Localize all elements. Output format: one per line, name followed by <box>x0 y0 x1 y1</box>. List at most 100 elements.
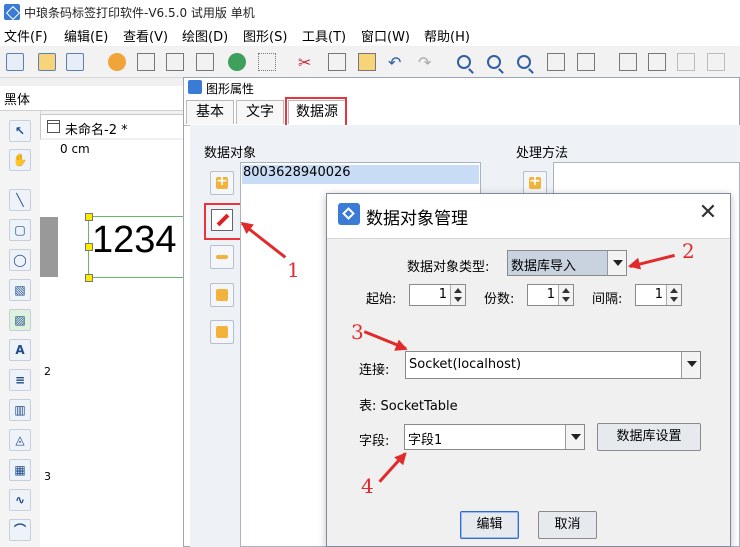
connection-select[interactable]: Socket(localhost) <box>405 351 701 379</box>
menu-edit[interactable]: 编辑(E) <box>64 26 108 45</box>
menu-window[interactable]: 窗口(W) <box>361 26 410 45</box>
edit-button[interactable]: 编辑 <box>460 511 519 539</box>
process-method-label: 处理方法 <box>516 146 569 161</box>
font-family-select[interactable]: 黑体 <box>4 89 30 108</box>
zoom-fit-icon[interactable] <box>517 55 531 69</box>
menu-file[interactable]: 文件(F) <box>4 26 48 45</box>
paste-icon[interactable] <box>358 53 376 71</box>
field-select[interactable]: 字段1 <box>404 424 585 450</box>
rounded-rect-icon[interactable]: ▢ <box>9 219 31 241</box>
add-icon <box>529 173 541 189</box>
save-icon[interactable] <box>66 53 84 71</box>
database-icon[interactable] <box>228 53 246 71</box>
copies-spinner[interactable]: 1 <box>527 284 574 306</box>
type-label: 数据对象类型: <box>407 260 490 275</box>
tab-basic[interactable]: 基本 <box>186 100 234 124</box>
undo-icon[interactable]: ↶ <box>388 53 406 72</box>
ruler-selection-marker <box>40 217 58 277</box>
zoom-in-icon[interactable] <box>457 55 471 69</box>
chevron-down-icon <box>565 425 584 449</box>
highlight-datasource-tab <box>285 97 347 128</box>
barcode-icon[interactable]: ▥ <box>9 399 31 421</box>
dialog-title: 数据对象管理 <box>366 209 468 229</box>
label-text-object[interactable]: 1234 <box>92 219 177 262</box>
menu-view[interactable]: 查看(V) <box>123 26 168 45</box>
move-down-button[interactable] <box>210 320 234 344</box>
grid-icon[interactable] <box>258 53 276 71</box>
picture-icon[interactable]: ▨ <box>9 309 31 331</box>
remove-icon <box>216 255 228 259</box>
document-tab[interactable]: 未命名-2 * <box>40 114 192 138</box>
zoom-out-icon[interactable] <box>487 55 501 69</box>
tab-text[interactable]: 文字 <box>236 100 284 124</box>
start-value: 1 <box>438 287 447 302</box>
menu-shape[interactable]: 图形(S) <box>243 26 287 45</box>
add-data-object-button[interactable] <box>210 171 234 195</box>
spinner-arrows-icon[interactable] <box>450 285 465 305</box>
add-process-button[interactable] <box>523 171 547 195</box>
spinner-arrows-icon[interactable] <box>666 285 681 305</box>
line-tool-icon[interactable]: ╲ <box>9 189 31 211</box>
qrcode-icon[interactable]: ◬ <box>9 429 31 451</box>
database-settings-button[interactable]: 数据库设置 <box>597 423 701 451</box>
ruler-mark-2: 2 <box>44 365 51 378</box>
select-pointer-icon[interactable]: ↖ <box>9 120 31 142</box>
interval-label: 间隔: <box>592 292 623 307</box>
ungroup-icon[interactable] <box>707 53 725 71</box>
close-icon[interactable]: ✕ <box>697 202 719 224</box>
list-item[interactable]: 8003628940026 <box>243 165 351 180</box>
annotation-number-4: 4 <box>361 474 374 498</box>
connection-label: 连接: <box>359 363 390 378</box>
group-icon[interactable] <box>677 53 695 71</box>
cut-icon[interactable]: ✂ <box>298 53 316 72</box>
menu-bar: 文件(F) 编辑(E) 查看(V) 绘图(D) 图形(S) 工具(T) 窗口(W… <box>0 24 740 46</box>
chevron-down-icon <box>607 251 626 275</box>
arc-icon[interactable]: ⌒ <box>9 519 31 541</box>
menu-help[interactable]: 帮助(H) <box>424 26 470 45</box>
toolbar: ✂ ↶ ↷ <box>0 47 740 78</box>
settings-gear-icon[interactable] <box>108 53 126 71</box>
table-icon[interactable]: ▦ <box>9 459 31 481</box>
copy-icon[interactable] <box>328 53 346 71</box>
open-folder-icon[interactable] <box>38 53 56 71</box>
pan-hand-icon[interactable]: ✋ <box>9 149 31 171</box>
rich-text-icon[interactable]: ≡ <box>9 369 31 391</box>
resize-handle-bl[interactable] <box>85 274 93 282</box>
cancel-button[interactable]: 取消 <box>538 511 597 539</box>
ellipse-icon[interactable]: ◯ <box>9 249 31 271</box>
text-tool-icon[interactable]: A <box>9 339 31 361</box>
connection-select-value: Socket(localhost) <box>409 357 522 372</box>
spinner-arrows-icon[interactable] <box>558 285 573 305</box>
print-icon[interactable] <box>137 53 155 71</box>
new-window-icon[interactable] <box>6 53 24 71</box>
curve-icon[interactable]: ∿ <box>9 489 31 511</box>
actual-size-icon[interactable] <box>577 53 595 71</box>
ruler-mark-3: 3 <box>44 470 51 483</box>
move-up-button[interactable] <box>210 283 234 307</box>
title-bar: 中琅条码标签打印软件-V6.5.0 试用版 单机 <box>0 0 740 25</box>
interval-spinner[interactable]: 1 <box>635 284 682 306</box>
fit-page-icon[interactable] <box>547 53 565 71</box>
menu-draw[interactable]: 绘图(D) <box>182 26 228 45</box>
app-logo-icon <box>4 4 20 20</box>
ruler-origin-label: 0 cm <box>60 142 90 156</box>
dialog-app-icon <box>338 203 360 225</box>
bring-front-icon[interactable] <box>619 53 637 71</box>
remove-data-object-button[interactable] <box>210 245 234 269</box>
type-select[interactable]: 数据库导入 <box>507 250 627 276</box>
image-tool-icon[interactable]: ▧ <box>9 279 31 301</box>
menu-tools[interactable]: 工具(T) <box>302 26 346 45</box>
print-preview-icon[interactable] <box>166 53 184 71</box>
edit-data-object-icon[interactable] <box>211 209 233 231</box>
start-label: 起始: <box>366 292 397 307</box>
print-setup-icon[interactable] <box>196 53 214 71</box>
arrow-up-icon <box>216 289 228 301</box>
document-icon <box>47 120 60 133</box>
interval-value: 1 <box>654 287 663 302</box>
type-select-value: 数据库导入 <box>511 259 577 274</box>
start-spinner[interactable]: 1 <box>409 284 466 306</box>
chevron-down-icon <box>681 352 700 378</box>
send-back-icon[interactable] <box>648 53 666 71</box>
document-tab-label: 未命名-2 * <box>65 123 128 138</box>
redo-icon[interactable]: ↷ <box>418 53 436 72</box>
